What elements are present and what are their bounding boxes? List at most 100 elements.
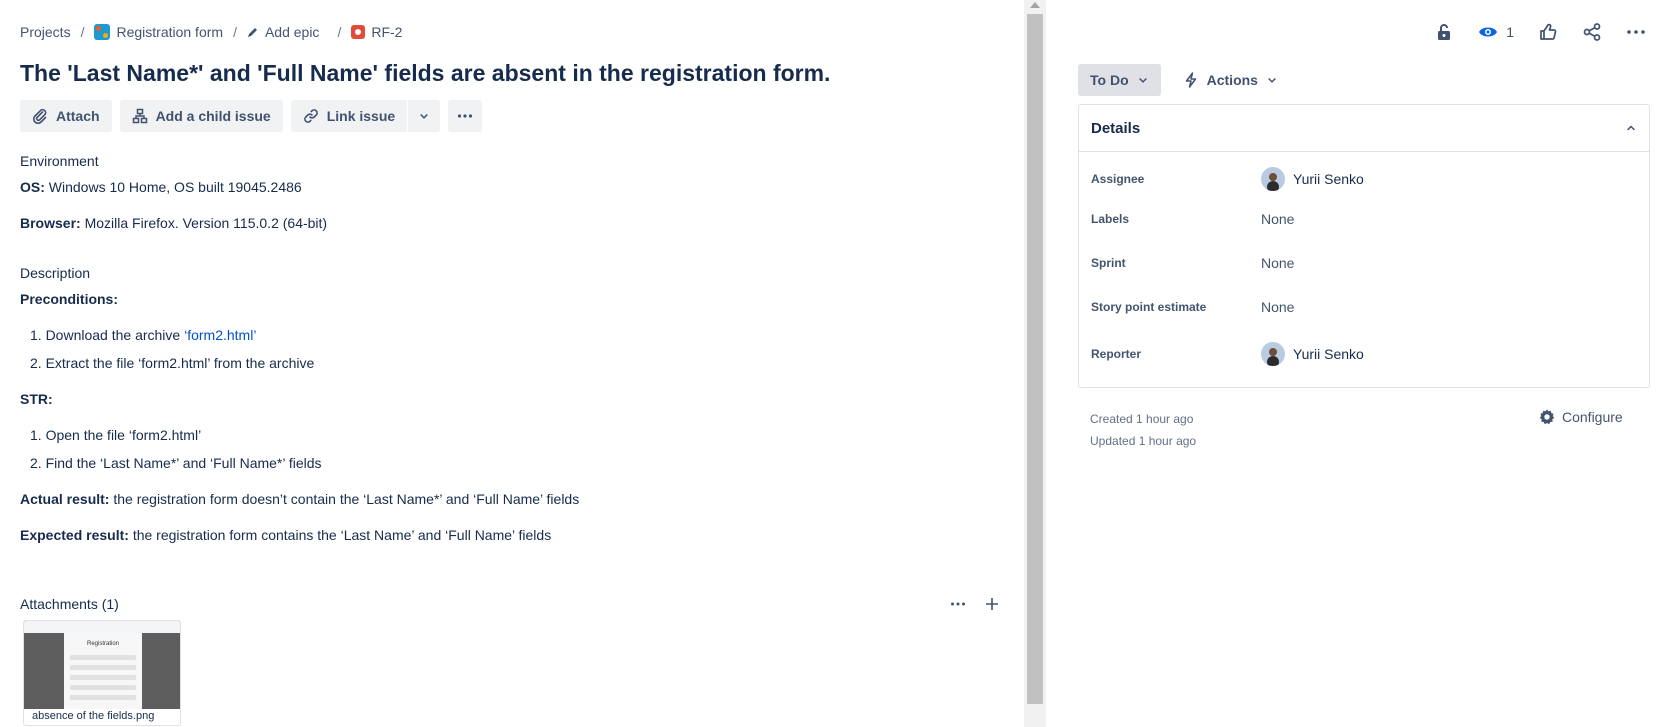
- attachments-heading: Attachments (1): [20, 596, 119, 612]
- attachment-file-name: absence of the fields.png: [32, 710, 155, 722]
- scrollbar-thumb[interactable]: [1027, 14, 1043, 704]
- link-issue-split-button: Link issue: [290, 100, 441, 132]
- precondition-item: 1. Download the archive ‘form2.html’: [30, 327, 256, 343]
- avatar: [1261, 342, 1285, 366]
- breadcrumb-separator: /: [80, 24, 85, 40]
- watch-button[interactable]: 1: [1478, 22, 1514, 42]
- reporter-name: Yurii Senko: [1293, 346, 1364, 362]
- created-timestamp: Created 1 hour ago: [1090, 412, 1194, 426]
- sprint-value[interactable]: None: [1261, 255, 1294, 271]
- expected-result-line: Expected result: the registration form c…: [20, 527, 551, 543]
- details-header[interactable]: Details: [1079, 105, 1649, 152]
- breadcrumb-add-epic-label[interactable]: Add epic: [265, 24, 319, 40]
- preconditions-label-text: Preconditions:: [20, 291, 119, 307]
- more-icon[interactable]: [950, 596, 966, 612]
- breadcrumb-separator: /: [337, 24, 342, 40]
- issue-toolbar: Attach Add a child issue Link issue: [20, 100, 483, 132]
- more-icon: [458, 114, 473, 118]
- eye-icon: [1479, 27, 1498, 37]
- actual-result-value: the registration form doesn’t contain th…: [109, 491, 580, 507]
- link-issue-label: Link issue: [326, 108, 396, 124]
- precondition-item: 2. Extract the file ‘form2.html’ from th…: [30, 355, 315, 371]
- breadcrumb-project-label[interactable]: Registration form: [116, 24, 223, 40]
- plus-icon[interactable]: [984, 596, 1000, 612]
- description-heading: Description: [20, 265, 91, 281]
- preview-form-title: Registration: [86, 641, 119, 647]
- breadcrumb-projects-label[interactable]: Projects: [20, 24, 71, 40]
- breadcrumb-issue-key[interactable]: RF-2: [371, 24, 402, 40]
- expected-result-label: Expected result:: [20, 527, 129, 543]
- preview-browser-bar: [24, 621, 180, 633]
- attach-button-label: Attach: [56, 108, 100, 124]
- preview-form-field: [70, 685, 136, 690]
- status-dropdown[interactable]: To Do: [1078, 64, 1161, 96]
- attachments-header: Attachments (1): [20, 596, 1000, 612]
- chevron-down-icon: [1268, 77, 1276, 83]
- configure-button[interactable]: Configure: [1538, 408, 1623, 426]
- attachment-link[interactable]: ‘form2.html’: [184, 327, 256, 343]
- pencil-icon: [247, 28, 257, 37]
- breadcrumb-separator: /: [233, 24, 237, 40]
- issue-main-pane: Projects / Registration form / Add epic …: [0, 0, 1024, 727]
- details-title: Details: [1091, 119, 1141, 137]
- chevron-up-icon[interactable]: [1625, 122, 1637, 134]
- sprint-label: Sprint: [1091, 256, 1126, 270]
- actual-result-line: Actual result: the registration form doe…: [20, 491, 579, 507]
- assignee-name: Yurii Senko: [1293, 171, 1364, 187]
- labels-value[interactable]: None: [1261, 211, 1294, 227]
- updated-timestamp: Updated 1 hour ago: [1090, 434, 1197, 448]
- share-icon[interactable]: [1582, 22, 1602, 42]
- actions-dropdown[interactable]: Actions: [1175, 64, 1286, 96]
- breadcrumb-issue[interactable]: RF-2: [351, 24, 402, 40]
- link-issue-button[interactable]: Link issue: [290, 100, 408, 132]
- hierarchy-icon: [132, 108, 147, 124]
- env-os-label: OS:: [20, 179, 45, 195]
- issue-top-actions: 1: [1434, 22, 1646, 42]
- add-child-issue-button[interactable]: Add a child issue: [119, 100, 283, 132]
- detail-row-labels: Labels None: [1091, 211, 1294, 227]
- attachment-thumbnail[interactable]: Registration absence of the fields.png: [23, 620, 181, 726]
- lightning-icon: [1185, 72, 1196, 88]
- main-scrollbar[interactable]: [1024, 0, 1046, 727]
- scroll-up-arrow-icon[interactable]: [1030, 2, 1040, 8]
- breadcrumb: Projects / Registration form / Add epic …: [20, 24, 402, 40]
- detail-row-reporter: Reporter Yurii Senko: [1091, 342, 1364, 366]
- assignee-field[interactable]: Yurii Senko: [1261, 167, 1364, 191]
- breadcrumb-project[interactable]: Registration form: [94, 24, 223, 40]
- precondition-text: 1. Download the archive: [30, 327, 185, 343]
- more-actions-button[interactable]: [448, 100, 483, 132]
- chevron-down-icon: [420, 113, 429, 119]
- avatar: [1261, 167, 1285, 191]
- breadcrumb-add-epic[interactable]: Add epic: [247, 24, 319, 40]
- thumbs-up-icon[interactable]: [1538, 22, 1558, 42]
- lock-icon[interactable]: [1434, 22, 1454, 42]
- env-browser-label: Browser:: [20, 215, 81, 231]
- detail-row-story-points: Story point estimate None: [1091, 299, 1294, 315]
- actions-label: Actions: [1206, 72, 1258, 88]
- preview-form-field: [70, 695, 136, 700]
- reporter-label: Reporter: [1091, 347, 1142, 361]
- gear-icon: [1539, 409, 1555, 425]
- issue-timestamps: Created 1 hour ago Updated 1 hour ago: [1090, 408, 1196, 452]
- add-child-issue-label: Add a child issue: [155, 108, 271, 124]
- reporter-field[interactable]: Yurii Senko: [1261, 342, 1364, 366]
- more-icon[interactable]: [1626, 22, 1646, 42]
- breadcrumb-projects[interactable]: Projects: [20, 24, 71, 40]
- status-label: To Do: [1090, 72, 1129, 88]
- configure-label: Configure: [1562, 409, 1623, 425]
- story-point-value[interactable]: None: [1261, 299, 1294, 315]
- project-avatar-icon: [94, 24, 111, 40]
- expected-result-value: the registration form contains the ‘Last…: [128, 527, 552, 543]
- link-issue-dropdown-button[interactable]: [408, 100, 441, 132]
- str-label-text: STR:: [20, 391, 53, 407]
- preview-form-field: [70, 675, 136, 680]
- chevron-down-icon: [1138, 77, 1147, 83]
- attachment-preview-image: Registration: [24, 621, 180, 709]
- paperclip-icon: [32, 108, 47, 124]
- str-item: 2. Find the ‘Last Name*’ and ‘Full Name*…: [30, 455, 322, 471]
- issue-title[interactable]: The 'Last Name*' and 'Full Name' fields …: [20, 60, 830, 87]
- watch-count: 1: [1506, 24, 1514, 40]
- link-icon: [303, 109, 318, 123]
- attach-button[interactable]: Attach: [20, 100, 112, 132]
- preview-form-field: [70, 665, 136, 670]
